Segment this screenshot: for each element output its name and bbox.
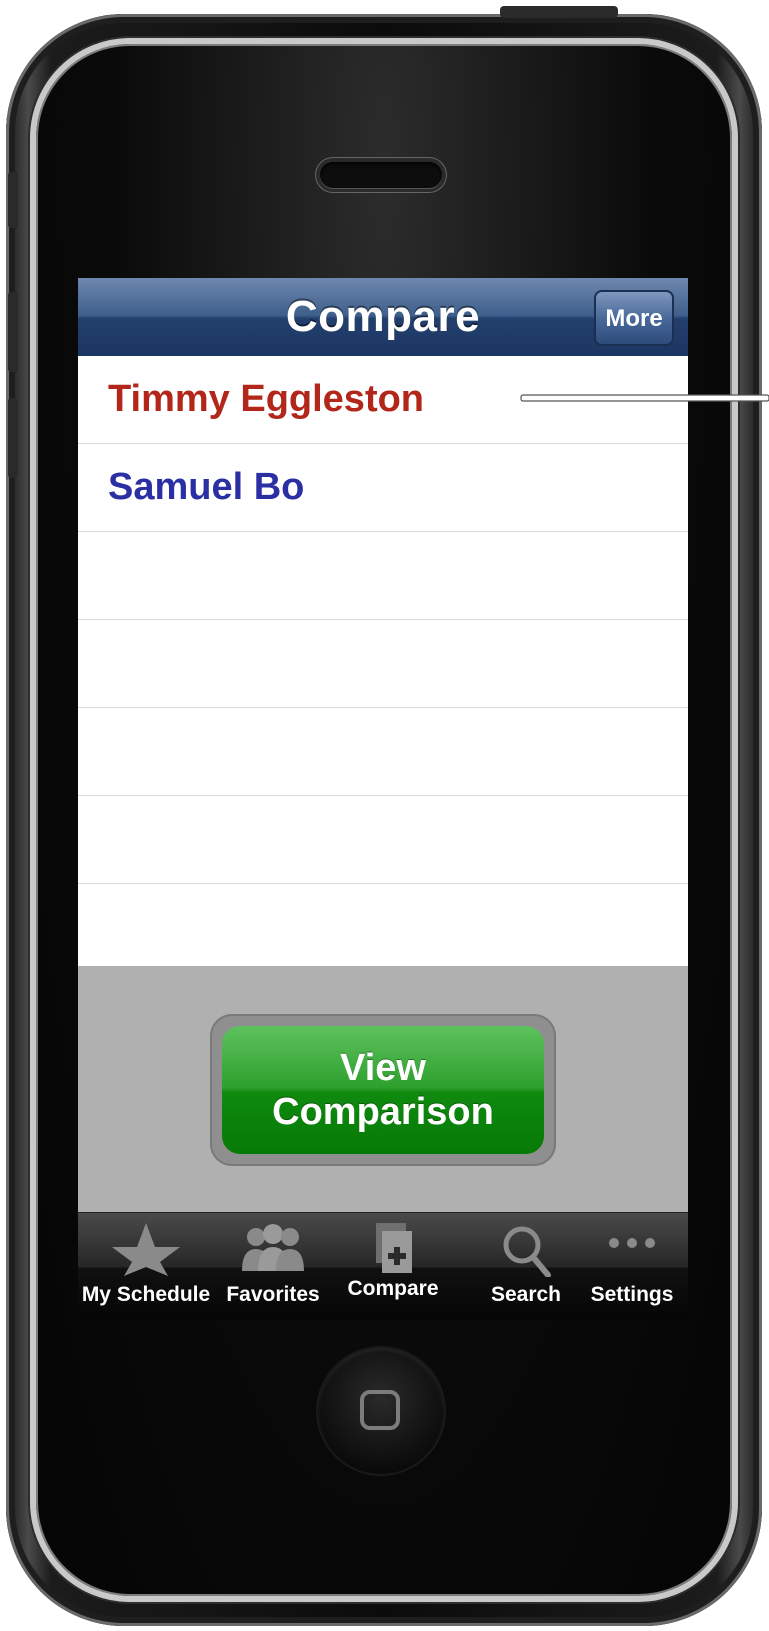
tab-settings[interactable]: Settings [576, 1213, 688, 1320]
tab-bar: My Schedule Favorites Compare Search Set… [78, 1212, 688, 1320]
home-button[interactable] [318, 1348, 444, 1474]
sleep-button [500, 6, 618, 18]
list-item-label: Samuel Bo [108, 466, 305, 508]
view-comparison-button[interactable]: View Comparison [222, 1026, 544, 1154]
more-dots-icon [609, 1238, 655, 1248]
view-comparison-line2: Comparison [272, 1091, 494, 1133]
volume-up-button [8, 292, 18, 372]
tab-label: Compare [347, 1277, 439, 1300]
tab-label: Search [490, 1283, 562, 1306]
compare-plus-icon [376, 1223, 412, 1273]
view-comparison-button-frame: View Comparison [210, 1014, 556, 1166]
tab-favorites[interactable]: Favorites [214, 1213, 332, 1320]
app-screen: Compare More Timmy Eggleston Samuel Bo V… [78, 278, 688, 1320]
list-item[interactable] [78, 884, 688, 972]
action-panel: View Comparison [78, 966, 688, 1212]
tab-search[interactable]: Search [476, 1213, 576, 1320]
earpiece-speaker [320, 162, 442, 188]
tab-label: Favorites [226, 1283, 320, 1306]
home-square-icon [360, 1390, 400, 1430]
list-item-label: Timmy Eggleston [108, 378, 425, 420]
magnifier-icon [503, 1226, 551, 1277]
view-comparison-line1: View [340, 1047, 426, 1089]
list-item[interactable]: Samuel Bo [78, 444, 688, 532]
people-icon [242, 1224, 304, 1271]
more-button[interactable]: More [594, 290, 674, 346]
tab-label: My Schedule [81, 1283, 211, 1306]
tab-my-schedule[interactable]: My Schedule [78, 1213, 214, 1320]
list-item[interactable] [78, 532, 688, 620]
mute-switch [8, 172, 18, 228]
annotation-connector [520, 394, 769, 402]
tab-label: Settings [590, 1283, 674, 1306]
volume-down-button [8, 398, 18, 478]
list-item[interactable] [78, 708, 688, 796]
tab-compare[interactable]: Compare [332, 1213, 454, 1320]
list-item[interactable] [78, 796, 688, 884]
navigation-bar: Compare More [78, 278, 688, 356]
list-item[interactable] [78, 620, 688, 708]
star-icon [112, 1223, 180, 1276]
